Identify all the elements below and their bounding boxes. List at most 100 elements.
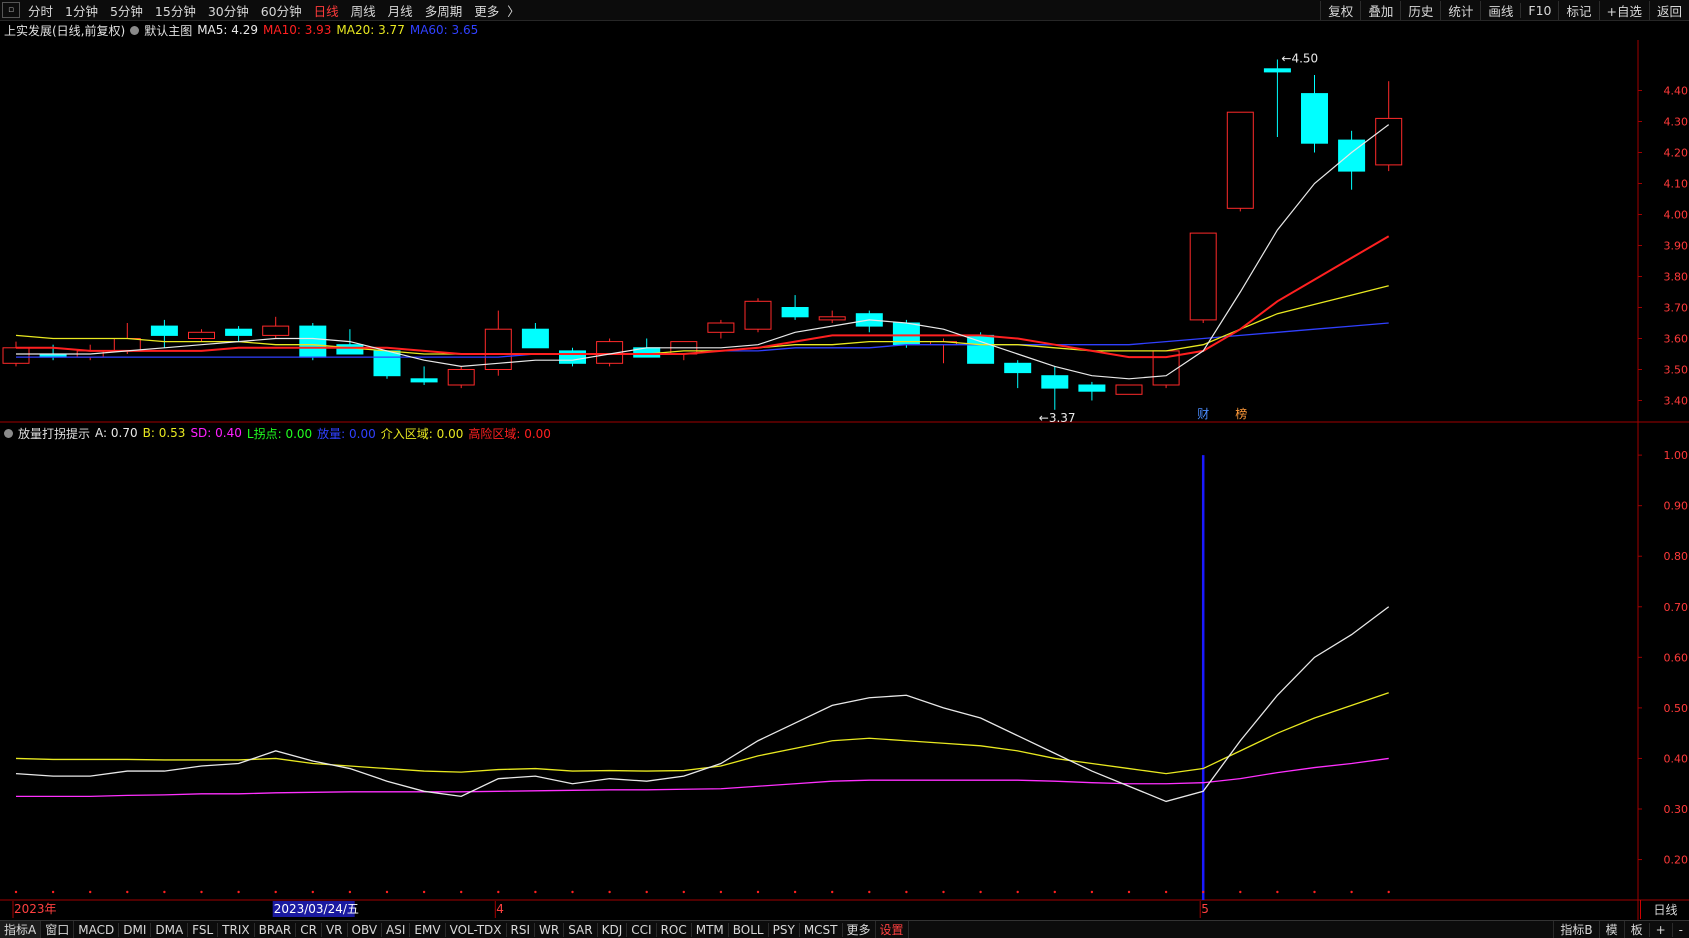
time-tick-dot-26 (979, 890, 982, 894)
period-tab-7[interactable]: 周线 (345, 1, 382, 20)
toolbar-button-5[interactable]: F10 (1520, 2, 1558, 18)
candle-body-22 (818, 316, 846, 321)
bottom-right-buttons: 指标B 模板 + - (1553, 921, 1689, 938)
candle-body-35 (1301, 93, 1328, 144)
time-tick-dot-4 (163, 890, 166, 894)
period-tab-8[interactable]: 月线 (382, 1, 419, 20)
toolbar-button-1[interactable]: 叠加 (1360, 0, 1400, 20)
indicator-tab-4[interactable]: DMA (151, 922, 189, 937)
main-ytick-label-4: 3.80 (1664, 271, 1689, 284)
candle-body-5 (188, 331, 215, 339)
bottom-button-2[interactable]: 板 (1623, 921, 1649, 938)
toolbar-button-3[interactable]: 统计 (1440, 0, 1480, 20)
readout-value: 4.29 (227, 23, 258, 37)
time-tick-dot-36 (1350, 890, 1353, 894)
indicator-tab-0[interactable]: 指标A (0, 921, 42, 938)
indicator-tab-16[interactable]: SAR (564, 922, 598, 937)
candle-body-15 (559, 350, 586, 364)
time-tick-dot-33 (1239, 890, 1242, 894)
indicator-tab-8[interactable]: CR (296, 922, 322, 937)
bottom-button-0[interactable]: 指标B (1553, 921, 1598, 938)
period-tab-9[interactable]: 多周期 (419, 1, 469, 20)
indicator-tabs: 指标A 窗口 MACD DMI DMA FSL TRIX BRAR CR VR OBV ASI EMV V… (0, 921, 909, 938)
time-tick-dot-3 (126, 890, 129, 894)
bottom-button-3[interactable]: + (1648, 922, 1672, 937)
toolbar-button-8[interactable]: 返回 (1648, 0, 1689, 20)
toolbar-button-4[interactable]: 画线 (1480, 0, 1520, 20)
main-ytick-label-2: 3.60 (1664, 333, 1689, 346)
period-tab-0[interactable]: 分时 (22, 1, 59, 20)
toolbar-button-0[interactable]: 复权 (1320, 0, 1360, 20)
indicator-tab-25[interactable]: 设置 (876, 921, 909, 938)
time-tick-dot-35 (1313, 890, 1316, 894)
candle-body-11 (410, 378, 438, 383)
x-axis-label-3: 5 (1201, 902, 1209, 916)
time-tick-dot-7 (274, 890, 277, 894)
indicator-tab-18[interactable]: CCI (627, 922, 657, 937)
time-tick-dot-30 (1127, 890, 1131, 894)
indicator-tab-3[interactable]: DMI (119, 922, 152, 937)
period-tab-2[interactable]: 5分钟 (104, 1, 149, 20)
candle-body-9 (336, 344, 364, 355)
indicator-tab-12[interactable]: EMV (410, 922, 446, 937)
indicator-tab-5[interactable]: FSL (188, 922, 219, 937)
main-ytick-label-0: 3.40 (1664, 395, 1689, 408)
period-tab-6[interactable]: 日线 (308, 1, 345, 20)
period-tab-10[interactable]: 更多 (468, 1, 505, 20)
time-tick-dot-2 (89, 890, 92, 894)
stock-title[interactable]: 上实发展(日线,前复权) (4, 22, 125, 39)
window-menu-icon[interactable]: ▫ (2, 2, 20, 18)
high-price-label: ←4.50 (1281, 52, 1318, 66)
readout-label: MA20: (336, 23, 375, 37)
time-tick-dot-1 (51, 890, 55, 894)
indicator-tab-9[interactable]: VR (322, 922, 348, 937)
indicator-tab-19[interactable]: ROC (657, 922, 692, 937)
sub-ytick-label-0: 0.20 (1664, 854, 1689, 867)
period-tabs: ▫ 分时 1分钟 5分钟 15分钟 30分钟 60分钟 日线 周线 月线 多周期 更多〉 (0, 1, 522, 20)
toolbar-button-7[interactable]: +自选 (1598, 0, 1649, 20)
time-tick-dot-31 (1164, 890, 1168, 894)
template-settings-icon[interactable] (130, 25, 140, 35)
kline-chart[interactable]: 3.40 3.50 3.60 3.70 3.80 3.90 4.00 4.10 4.20 4.30… (0, 40, 1689, 920)
main-ytick-label-8: 4.20 (1664, 147, 1689, 160)
time-tick-dot-32 (1202, 890, 1205, 894)
indicator-tab-2[interactable]: MACD (74, 922, 120, 937)
more-periods-chevron-icon[interactable]: 〉 (505, 1, 522, 20)
indicator-tab-20[interactable]: MTM (692, 922, 729, 937)
time-tick-dot-12 (460, 890, 463, 894)
indicator-tab-11[interactable]: ASI (382, 922, 411, 937)
candle-body-28 (1041, 375, 1069, 389)
period-indicator: 日线 (1640, 900, 1689, 919)
indicator-tab-13[interactable]: VOL-TDX (446, 922, 507, 937)
ma20-readout: MA20: 3.77 (336, 23, 404, 37)
ma10-readout: MA10: 3.93 (263, 23, 331, 37)
indicator-tab-bar: 指标A 窗口 MACD DMI DMA FSL TRIX BRAR CR VR OBV ASI EMV V… (0, 920, 1689, 938)
indicator-tab-23[interactable]: MCST (800, 922, 843, 937)
period-tab-5[interactable]: 60分钟 (255, 1, 308, 20)
period-tab-1[interactable]: 1分钟 (59, 1, 104, 20)
readout-label: MA10: (263, 23, 301, 37)
indicator-tab-17[interactable]: KDJ (598, 922, 628, 937)
time-tick-dot-9 (348, 890, 352, 894)
indicator-tab-1[interactable]: 窗口 (41, 921, 75, 938)
indicator-tab-14[interactable]: RSI (507, 922, 536, 937)
bottom-button-4[interactable]: - (1671, 922, 1689, 937)
indicator-tab-10[interactable]: OBV (348, 922, 383, 937)
indicator-tab-21[interactable]: BOLL (729, 922, 769, 937)
indicator-tab-24[interactable]: 更多 (843, 921, 876, 938)
candle-body-36 (1338, 139, 1366, 172)
template-label[interactable]: 默认主图 (144, 22, 192, 39)
toolbar-button-6[interactable]: 标记 (1558, 0, 1598, 20)
toolbar-button-2[interactable]: 历史 (1400, 0, 1440, 20)
bottom-button-1[interactable]: 模 (1598, 921, 1624, 938)
readout-label: MA60: (409, 23, 448, 37)
time-tick-dot-29 (1090, 890, 1094, 894)
main-chart-info-line: 上实发展(日线,前复权) 默认主图 MA5: 4.29 MA10: 3.93 M… (4, 21, 478, 39)
indicator-tab-6[interactable]: TRIX (218, 922, 255, 937)
period-tab-4[interactable]: 30分钟 (202, 1, 255, 20)
time-tick-dot-16 (608, 890, 611, 894)
indicator-tab-15[interactable]: WR (535, 922, 565, 937)
indicator-tab-7[interactable]: BRAR (255, 922, 297, 937)
period-tab-3[interactable]: 15分钟 (149, 1, 202, 20)
indicator-tab-22[interactable]: PSY (769, 922, 800, 937)
